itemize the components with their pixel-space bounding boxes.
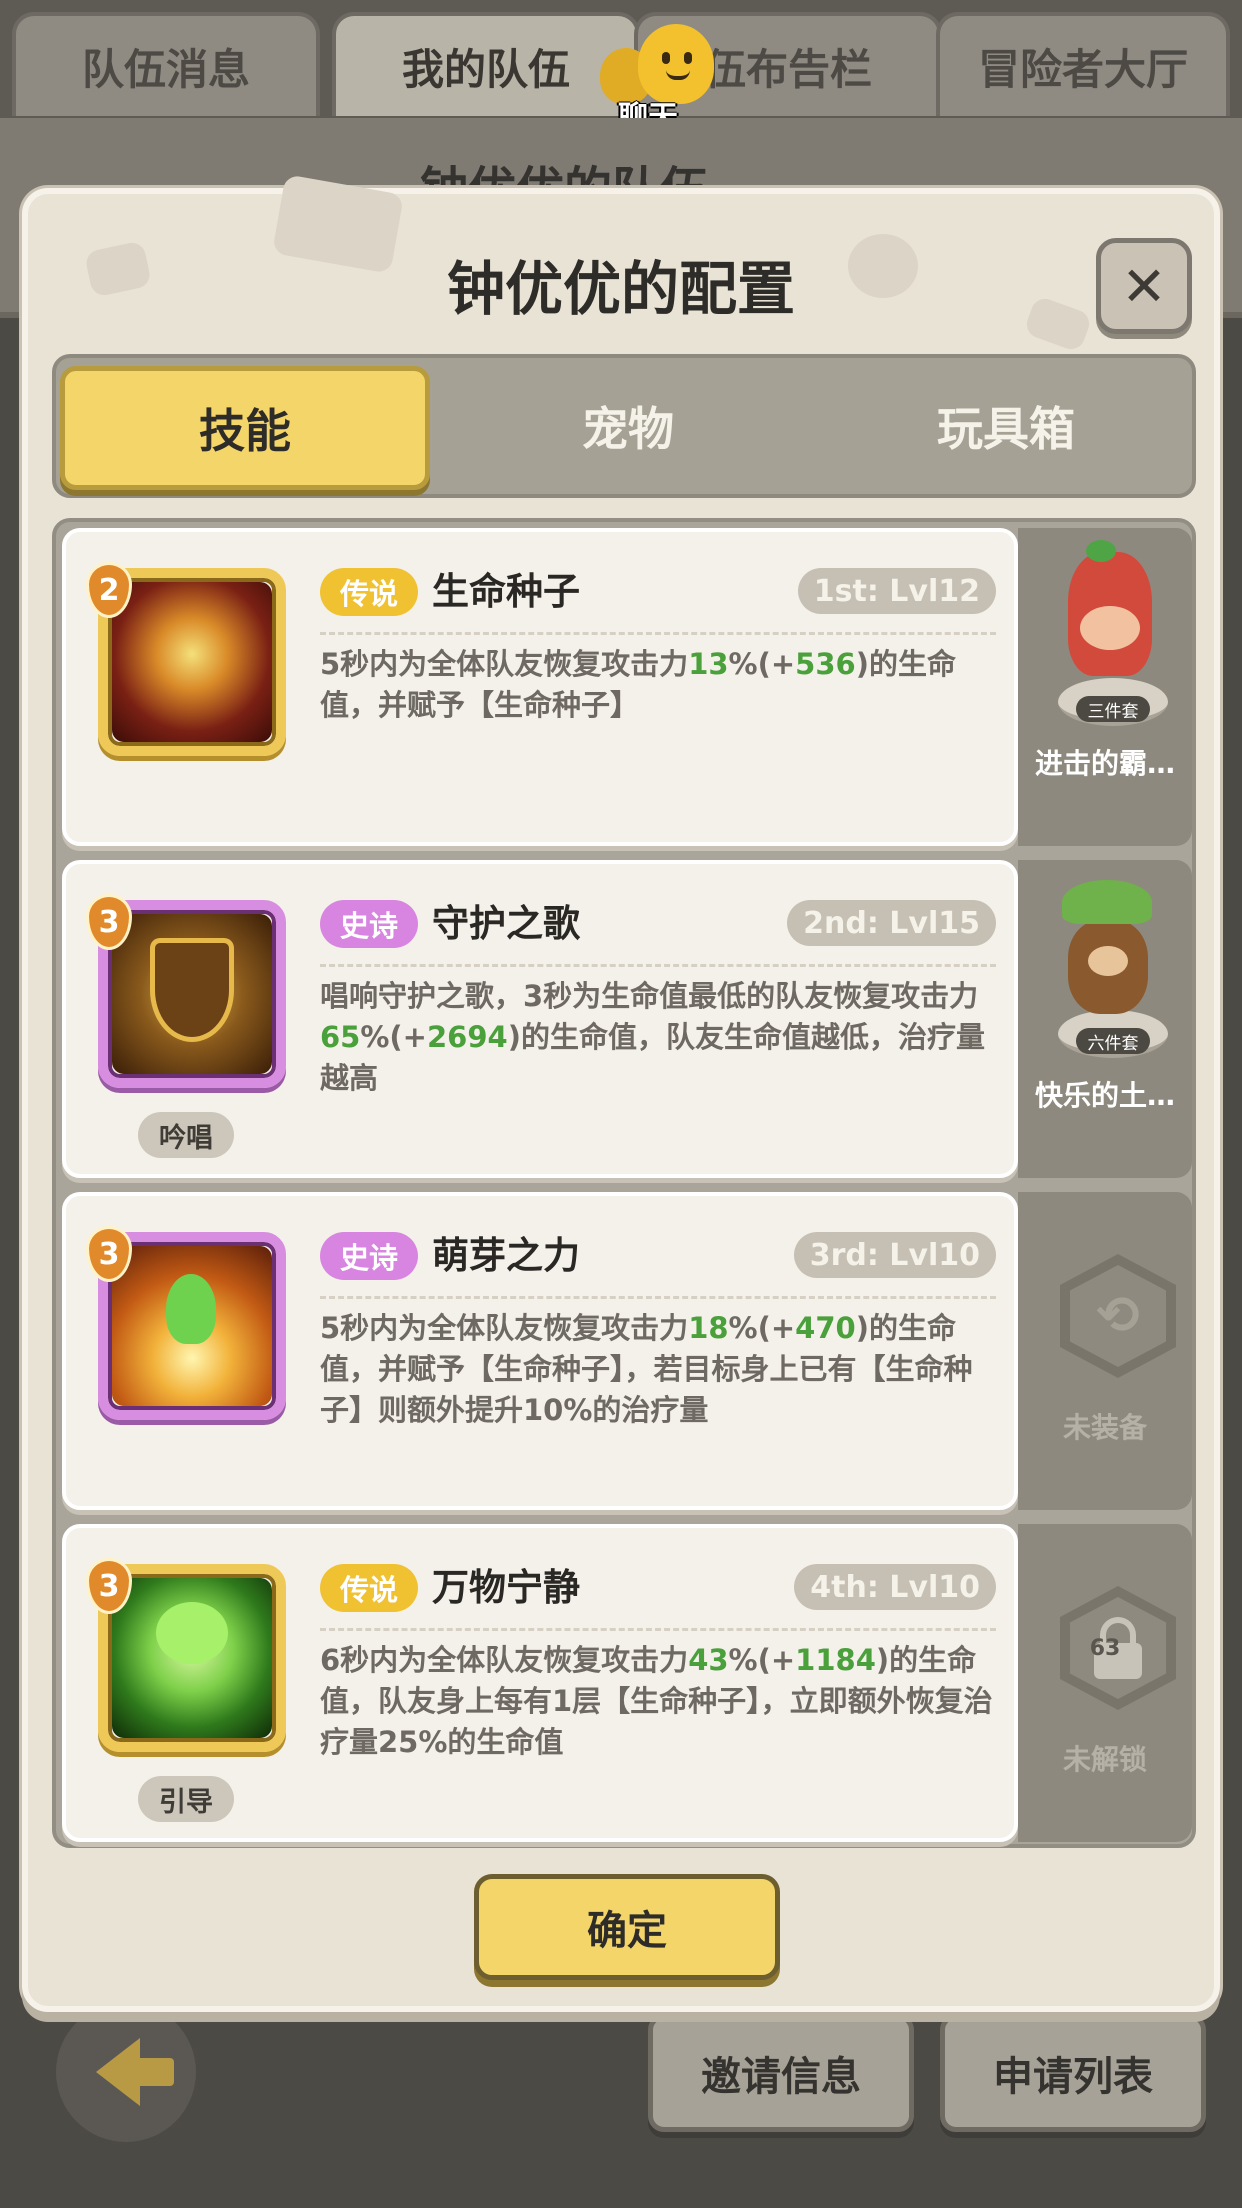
set-badge: 六件套 xyxy=(1076,1028,1150,1054)
toy-name: 快乐的土… xyxy=(1034,1079,1175,1112)
slot-level-tag: 4th: Lvl10 xyxy=(794,1564,996,1610)
set-badge: 三件套 xyxy=(1076,696,1150,722)
monkey-figure-icon xyxy=(1062,880,1152,1014)
skill-name: 万物宁静 xyxy=(432,1566,580,1609)
toy-slot-2[interactable]: 六件套 快乐的土… xyxy=(1018,860,1192,1178)
skill-list: 三件套 进击的霸… 2 传说 生命种子 1st: Lvl12 5秒内为全体队友恢… xyxy=(52,518,1196,1848)
dinosaur-figure-icon xyxy=(1068,540,1152,676)
dialog-title: 钟优优的配置 xyxy=(446,255,795,323)
tab-skills[interactable]: 技能 xyxy=(60,366,430,490)
config-tabs: 技能 宠物 玩具箱 xyxy=(52,354,1196,498)
toy-slot-1[interactable]: 三件套 进击的霸… xyxy=(1018,528,1192,846)
toy-slot-status: 未装备 xyxy=(1062,1411,1147,1444)
skill-description: 5秒内为全体队友恢复攻击力13%(+536)的生命值，并赋予【生命种子】 xyxy=(320,647,956,722)
tab-pets[interactable]: 宠物 xyxy=(442,358,814,494)
rarity-tag: 传说 xyxy=(320,1564,418,1612)
skill-card[interactable]: 3 史诗 萌芽之力 3rd: Lvl10 5秒内为全体队友恢复攻击力18%(+4… xyxy=(62,1192,1018,1510)
unlock-level: 63 xyxy=(1089,1636,1121,1661)
sprout-icon xyxy=(112,1246,272,1406)
toy-slot-4[interactable]: 63 未解锁 xyxy=(1018,1524,1192,1842)
skill-card[interactable]: 3 吟唱 史诗 守护之歌 2nd: Lvl15 唱响守护之歌，3秒为生命值最低的… xyxy=(62,860,1018,1178)
clover-icon xyxy=(112,1578,272,1738)
rarity-tag: 史诗 xyxy=(320,1232,418,1280)
skill-name: 生命种子 xyxy=(432,570,580,613)
skill-name: 守护之歌 xyxy=(432,902,580,945)
toy-slot-status: 未解锁 xyxy=(1062,1743,1147,1776)
application-list-button[interactable]: 申请列表 xyxy=(940,2014,1206,2132)
back-button[interactable] xyxy=(56,2002,196,2142)
skill-name: 萌芽之力 xyxy=(432,1234,580,1277)
tab-toybox[interactable]: 玩具箱 xyxy=(820,358,1192,494)
slot-level-tag: 3rd: Lvl10 xyxy=(793,1232,996,1278)
close-icon: ✕ xyxy=(1121,254,1167,318)
shield-cross-icon xyxy=(112,914,272,1074)
config-dialog: 钟优优的配置 ✕ 技能 宠物 玩具箱 三件套 进击的霸… 2 传说 生命种子 1… xyxy=(22,174,1220,2012)
slot-level-tag: 2nd: Lvl15 xyxy=(787,900,996,946)
invite-info-button[interactable]: 邀请信息 xyxy=(648,2014,914,2132)
toy-name: 进击的霸… xyxy=(1034,747,1175,780)
skill-description: 唱响守护之歌，3秒为生命值最低的队友恢复攻击力65%(+2694)的生命值，队友… xyxy=(320,979,985,1095)
close-button[interactable]: ✕ xyxy=(1096,238,1192,334)
skill-description: 5秒内为全体队友恢复攻击力18%(+470)的生命值，并赋予【生命种子】，若目标… xyxy=(320,1311,973,1427)
skill-description: 6秒内为全体队友恢复攻击力43%(+1184)的生命值，队友身上每有1层【生命种… xyxy=(320,1643,993,1759)
toy-slot-3[interactable]: ⟲ 未装备 xyxy=(1018,1192,1192,1510)
cast-type-tag: 引导 xyxy=(138,1776,234,1822)
tab-adventurer-hall[interactable]: 冒险者大厅 xyxy=(936,12,1230,116)
life-seed-icon xyxy=(112,582,272,742)
skill-card[interactable]: 3 引导 传说 万物宁静 4th: Lvl10 6秒内为全体队友恢复攻击力43%… xyxy=(62,1524,1018,1842)
rarity-tag: 史诗 xyxy=(320,900,418,948)
cast-type-tag: 吟唱 xyxy=(138,1112,234,1158)
skill-card[interactable]: 2 传说 生命种子 1st: Lvl12 5秒内为全体队友恢复攻击力13%(+5… xyxy=(62,528,1018,846)
slot-level-tag: 1st: Lvl12 xyxy=(797,568,996,614)
confirm-button[interactable]: 确定 xyxy=(474,1874,780,1980)
rarity-tag: 传说 xyxy=(320,568,418,616)
tab-team-messages[interactable]: 队伍消息 xyxy=(12,12,320,116)
